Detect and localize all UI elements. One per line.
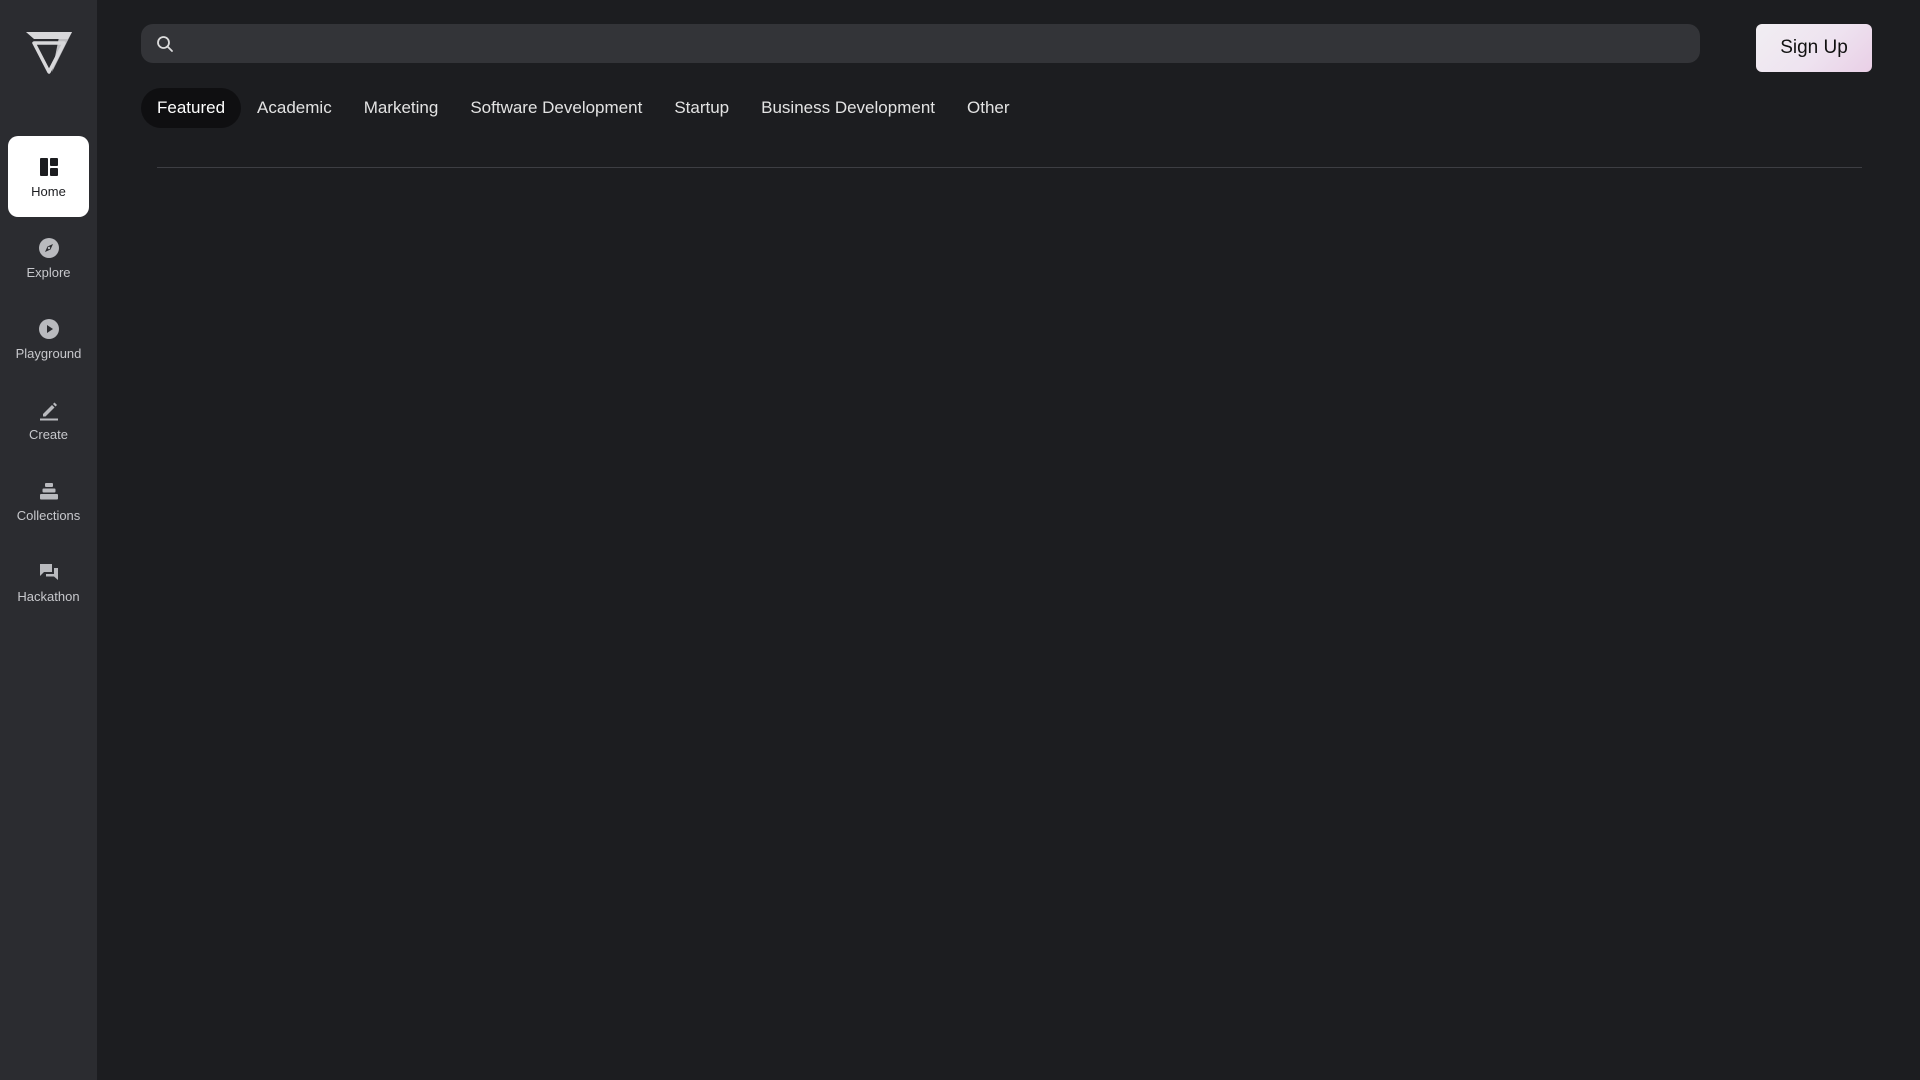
chat-bubbles-icon — [37, 560, 61, 584]
app: Home Explore Playground Create Collectio… — [0, 0, 1920, 1080]
sidebar-item-label: Explore — [26, 264, 71, 280]
pencil-icon — [37, 398, 61, 422]
sidebar-item-label: Playground — [15, 345, 82, 361]
play-circle-icon — [37, 317, 61, 341]
sidebar-item-home[interactable]: Home — [8, 136, 89, 217]
sidebar-item-label: Hackathon — [17, 588, 80, 604]
sidebar-item-label: Home — [31, 183, 66, 199]
content-divider — [157, 167, 1862, 168]
sign-up-button[interactable]: Sign Up — [1756, 24, 1872, 72]
logo-icon[interactable] — [24, 30, 74, 74]
dashboard-icon — [37, 155, 61, 179]
sidebar-item-label: Collections — [16, 507, 81, 523]
sidebar-item-explore[interactable]: Explore — [8, 217, 89, 298]
tab-startup[interactable]: Startup — [658, 88, 745, 128]
sidebar-item-label: Create — [28, 426, 69, 442]
tab-academic[interactable]: Academic — [241, 88, 348, 128]
stack-icon — [37, 479, 61, 503]
search-icon — [155, 34, 175, 54]
tab-featured[interactable]: Featured — [141, 88, 242, 128]
sidebar-item-hackathon[interactable]: Hackathon — [8, 541, 89, 622]
sidebar-nav: Home Explore Playground Create Collectio… — [8, 136, 89, 622]
tab-software-development[interactable]: Software Development — [454, 88, 658, 128]
compass-icon — [37, 236, 61, 260]
tab-business-development[interactable]: Business Development — [745, 88, 951, 128]
sidebar-item-collections[interactable]: Collections — [8, 460, 89, 541]
category-tabs: Featured Academic Marketing Software Dev… — [141, 88, 1026, 128]
tab-marketing[interactable]: Marketing — [348, 88, 455, 128]
search-input[interactable] — [175, 24, 1700, 63]
sidebar-item-playground[interactable]: Playground — [8, 298, 89, 379]
search-bar[interactable] — [141, 24, 1700, 63]
sidebar: Home Explore Playground Create Collectio… — [0, 0, 97, 1080]
tab-other[interactable]: Other — [951, 88, 1026, 128]
sidebar-item-create[interactable]: Create — [8, 379, 89, 460]
